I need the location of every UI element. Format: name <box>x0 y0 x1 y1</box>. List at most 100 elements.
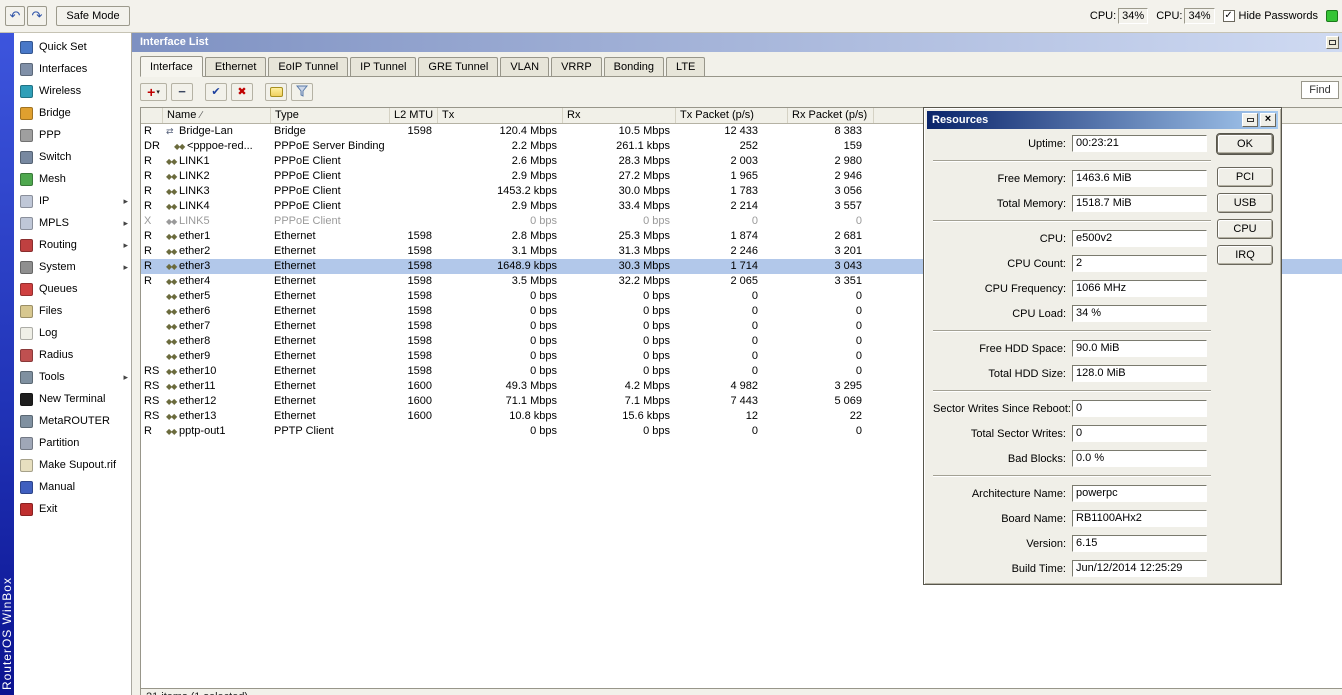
rx-cell: 15.6 kbps <box>563 409 676 424</box>
field-value[interactable]: 0.0 % <box>1072 450 1207 467</box>
field-value[interactable]: 00:23:21 <box>1072 135 1207 152</box>
hide-passwords-toggle[interactable]: ✓ Hide Passwords <box>1223 10 1318 22</box>
field-value[interactable]: 2 <box>1072 255 1207 272</box>
flags-cell: R <box>141 184 163 199</box>
sidebar-item-quick-set[interactable]: Quick Set <box>14 36 131 58</box>
column-header-name[interactable]: Name∕ <box>163 108 271 123</box>
sidebar-item-manual[interactable]: Manual <box>14 476 131 498</box>
column-header-flags[interactable] <box>141 108 163 123</box>
l2mtu-cell: 1598 <box>390 124 438 139</box>
rx-cell: 0 bps <box>563 334 676 349</box>
tab-vlan[interactable]: VLAN <box>500 57 549 76</box>
resource-row-total-sector-writes: Total Sector Writes:0 <box>933 421 1278 446</box>
flags-cell <box>141 349 163 364</box>
sidebar-item-metarouter[interactable]: MetaROUTER <box>14 410 131 432</box>
metarouter-icon <box>20 415 33 428</box>
field-value[interactable]: 1518.7 MiB <box>1072 195 1207 212</box>
sidebar-item-tools[interactable]: Tools▸ <box>14 366 131 388</box>
sidebar-item-routing[interactable]: Routing▸ <box>14 234 131 256</box>
flags-cell: RS <box>141 394 163 409</box>
sidebar-item-switch[interactable]: Switch <box>14 146 131 168</box>
field-value[interactable]: powerpc <box>1072 485 1207 502</box>
redo-button[interactable]: ↷ <box>27 6 47 26</box>
name-cell: ◆◆ether2 <box>163 244 271 259</box>
comment-button[interactable] <box>265 83 287 101</box>
window-button[interactable] <box>1326 36 1339 49</box>
field-label: Total HDD Size: <box>933 368 1066 380</box>
field-value[interactable]: RB1100AHx2 <box>1072 510 1207 527</box>
sidebar-item-make-supout-rif[interactable]: Make Supout.rif <box>14 454 131 476</box>
column-header-l2-mtu[interactable]: L2 MTU <box>390 108 438 123</box>
pci-button[interactable]: PCI <box>1217 167 1273 187</box>
sidebar-item-radius[interactable]: Radius <box>14 344 131 366</box>
rx-cell: 0 bps <box>563 214 676 229</box>
sidebar-item-ip[interactable]: IP▸ <box>14 190 131 212</box>
field-value[interactable]: 34 % <box>1072 305 1207 322</box>
l2mtu-cell: 1600 <box>390 394 438 409</box>
sidebar-item-files[interactable]: Files <box>14 300 131 322</box>
dialog-titlebar[interactable]: Resources × <box>927 111 1278 129</box>
field-value[interactable]: Jun/12/2014 12:25:29 <box>1072 560 1207 577</box>
tx-cell: 2.9 Mbps <box>438 169 563 184</box>
field-value[interactable]: 90.0 MiB <box>1072 340 1207 357</box>
undo-button[interactable]: ↶ <box>5 6 25 26</box>
safe-mode-button[interactable]: Safe Mode <box>56 6 130 26</box>
field-value[interactable]: 128.0 MiB <box>1072 365 1207 382</box>
sidebar-item-mpls[interactable]: MPLS▸ <box>14 212 131 234</box>
quick-set-icon <box>20 41 33 54</box>
tab-ip-tunnel[interactable]: IP Tunnel <box>350 57 416 76</box>
tab-ethernet[interactable]: Ethernet <box>205 57 267 76</box>
sidebar-item-interfaces[interactable]: Interfaces <box>14 58 131 80</box>
filter-button[interactable] <box>291 83 313 101</box>
sidebar-item-mesh[interactable]: Mesh <box>14 168 131 190</box>
usb-button[interactable]: USB <box>1217 193 1273 213</box>
field-value[interactable]: 1463.6 MiB <box>1072 170 1207 187</box>
field-group: CPU:e500v2CPU Count:2CPU Frequency:1066 … <box>933 226 1278 326</box>
field-value[interactable]: 0 <box>1072 400 1207 417</box>
column-header-tx-packet-p-s[interactable]: Tx Packet (p/s) <box>676 108 788 123</box>
tab-eoip-tunnel[interactable]: EoIP Tunnel <box>268 57 348 76</box>
sidebar-item-partition[interactable]: Partition <box>14 432 131 454</box>
column-header-rx[interactable]: Rx <box>563 108 676 123</box>
window-titlebar[interactable]: Interface List <box>132 33 1342 52</box>
remove-button[interactable]: − <box>171 83 193 101</box>
field-value[interactable]: e500v2 <box>1072 230 1207 247</box>
sidebar-item-new-terminal[interactable]: New Terminal <box>14 388 131 410</box>
checkbox-icon[interactable]: ✓ <box>1223 10 1235 22</box>
ok-button[interactable]: OK <box>1217 134 1273 154</box>
tab-lte[interactable]: LTE <box>666 57 705 76</box>
resource-row-total-hdd-size: Total HDD Size: 128.0 MiB <box>933 361 1278 386</box>
add-button[interactable]: + ▾ <box>140 83 167 101</box>
l2mtu-cell: 1598 <box>390 364 438 379</box>
l2mtu-cell: 1598 <box>390 274 438 289</box>
tab-vrrp[interactable]: VRRP <box>551 57 602 76</box>
column-header-rx-packet-p-s[interactable]: Rx Packet (p/s) <box>788 108 874 123</box>
sidebar-item-system[interactable]: System▸ <box>14 256 131 278</box>
column-header-type[interactable]: Type <box>271 108 390 123</box>
tab-bonding[interactable]: Bonding <box>604 57 664 76</box>
find-button[interactable]: Find <box>1301 81 1339 99</box>
field-value[interactable]: 1066 MHz <box>1072 280 1207 297</box>
enable-button[interactable]: ✔ <box>205 83 227 101</box>
field-value[interactable]: 0 <box>1072 425 1207 442</box>
sidebar-item-log[interactable]: Log <box>14 322 131 344</box>
tab-gre-tunnel[interactable]: GRE Tunnel <box>418 57 498 76</box>
field-value[interactable]: 6.15 <box>1072 535 1207 552</box>
close-button[interactable]: × <box>1260 113 1276 127</box>
minimize-button[interactable] <box>1242 113 1258 127</box>
sidebar-item-ppp[interactable]: PPP <box>14 124 131 146</box>
switch-icon <box>20 151 33 164</box>
irq-button[interactable]: IRQ <box>1217 245 1273 265</box>
sidebar-item-queues[interactable]: Queues <box>14 278 131 300</box>
flags-cell <box>141 334 163 349</box>
name-cell: ◆◆ether12 <box>163 394 271 409</box>
rx-packets-cell: 3 201 <box>788 244 874 259</box>
disable-button[interactable]: ✖ <box>231 83 253 101</box>
sidebar-item-bridge[interactable]: Bridge <box>14 102 131 124</box>
sidebar-item-wireless[interactable]: Wireless <box>14 80 131 102</box>
cpu-button[interactable]: CPU <box>1217 219 1273 239</box>
pppoe-interface-icon: ◆◆ <box>165 214 179 229</box>
tab-interface[interactable]: Interface <box>140 56 203 77</box>
column-header-tx[interactable]: Tx <box>438 108 563 123</box>
sidebar-item-exit[interactable]: Exit <box>14 498 131 520</box>
